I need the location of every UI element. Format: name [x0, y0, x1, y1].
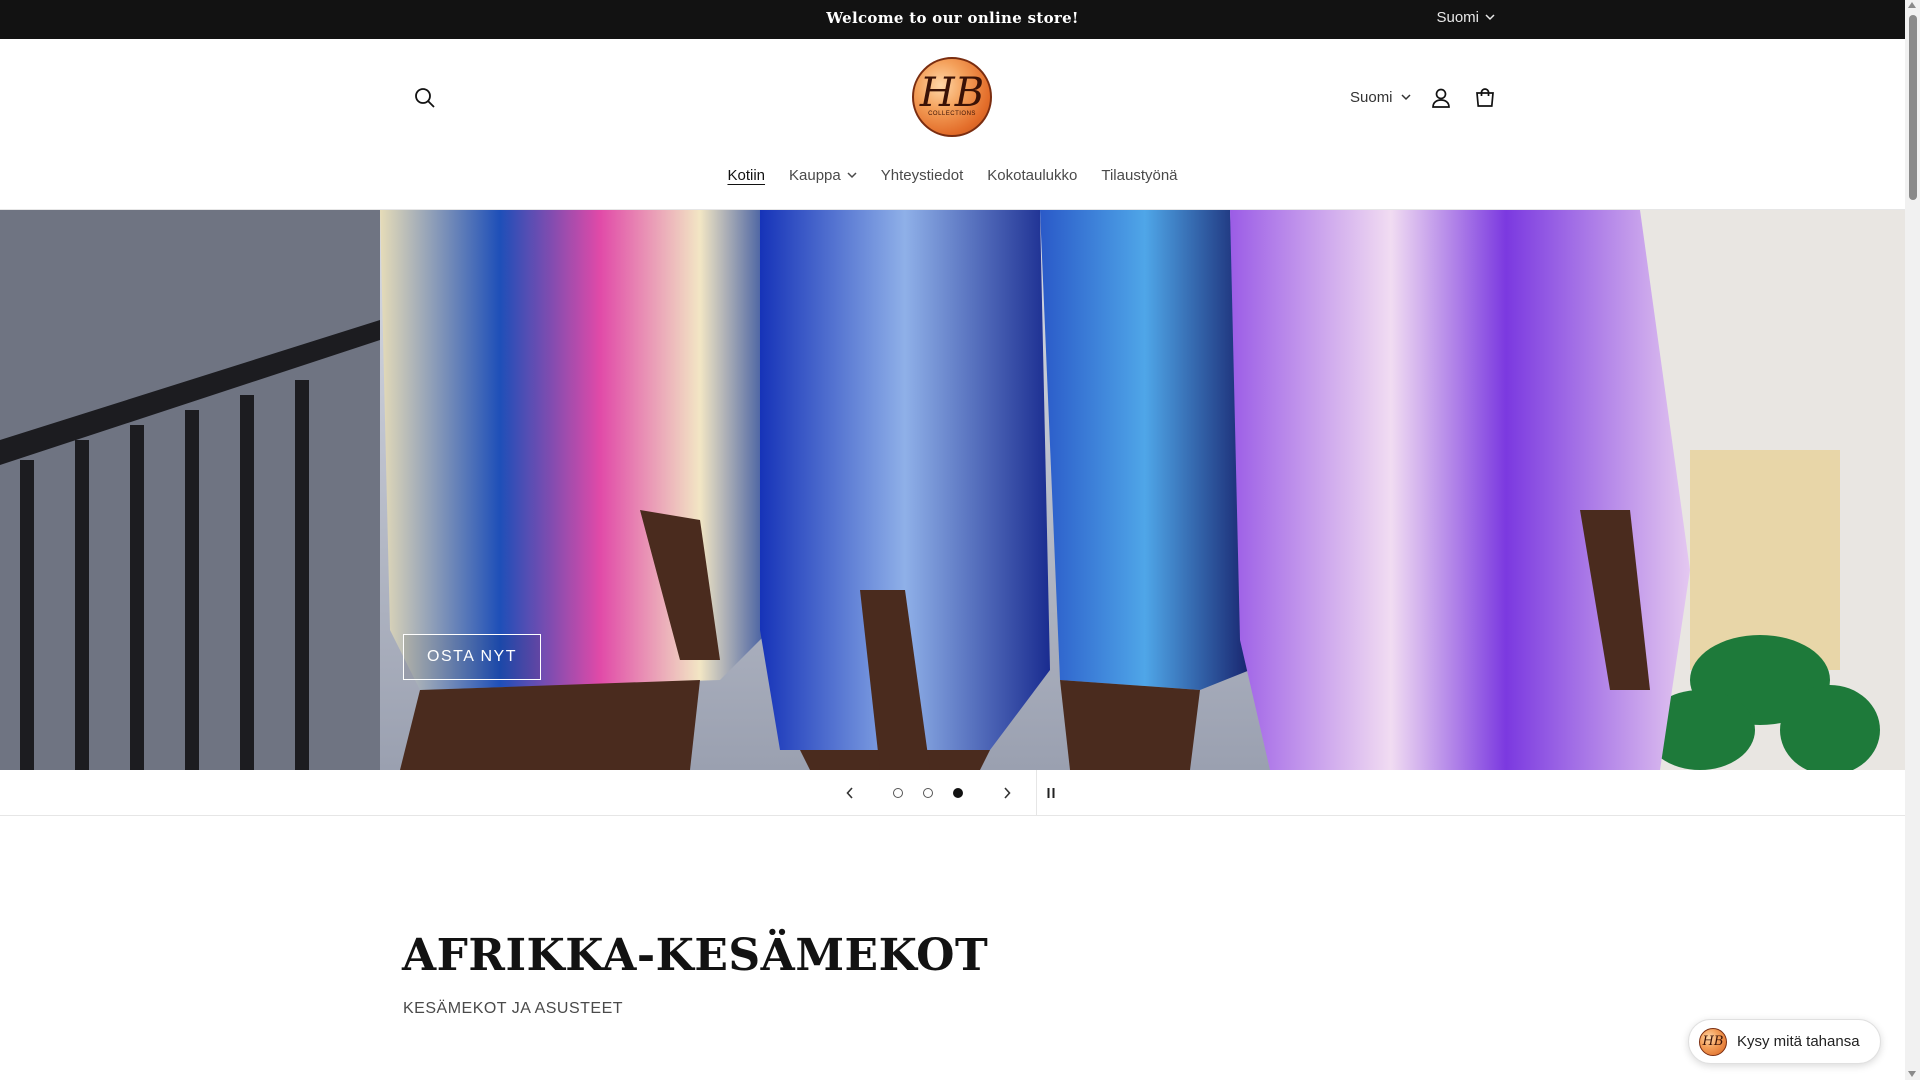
chevron-left-icon: [846, 787, 853, 799]
store-logo[interactable]: HB COLLECTIONS: [912, 57, 992, 137]
chevron-down-icon: [847, 172, 857, 179]
slide-dot-2[interactable]: [923, 788, 933, 798]
account-button[interactable]: [1426, 83, 1456, 113]
nav-item-kotiin[interactable]: Kotiin: [715, 167, 777, 184]
account-icon: [1432, 88, 1450, 108]
search-icon: [415, 88, 435, 108]
nav-item-label: Kotiin: [727, 167, 766, 184]
nav-item-label: Kokotaulukko: [987, 167, 1078, 184]
nav-item-tilaustyona[interactable]: Tilaustyönä: [1089, 167, 1189, 184]
nav-item-kauppa[interactable]: Kauppa: [777, 167, 869, 184]
hero-slideshow: OSTA NYT: [0, 210, 1905, 770]
chevron-down-icon: [1485, 14, 1495, 21]
scrollbar-thumb[interactable]: [1909, 15, 1917, 200]
logo-subtext: COLLECTIONS: [928, 111, 976, 117]
scroll-up-arrow-icon[interactable]: [1908, 2, 1916, 8]
nav-item-label: Tilaustyönä: [1101, 167, 1178, 184]
pause-slideshow-button[interactable]: [1036, 778, 1066, 808]
nav-item-kokotaulukko[interactable]: Kokotaulukko: [975, 167, 1089, 184]
chat-widget-button[interactable]: HB Kysy mitä tahansa: [1688, 1019, 1881, 1064]
cart-icon: [1476, 88, 1494, 107]
nav-item-yhteystiedot[interactable]: Yhteystiedot: [869, 167, 976, 184]
cart-button[interactable]: [1470, 83, 1500, 113]
chevron-right-icon: [1004, 787, 1011, 799]
shop-now-button[interactable]: OSTA NYT: [403, 634, 541, 680]
next-slide-button[interactable]: [992, 778, 1022, 808]
site-header: HB COLLECTIONS Suomi Kotiin Kauppa Yhtey…: [0, 39, 1905, 210]
chat-avatar: HB: [1699, 1027, 1727, 1056]
main-nav: Kotiin Kauppa Yhteystiedot Kokotaulukko …: [0, 167, 1905, 184]
slideshow-controls: [0, 770, 1905, 816]
collection-subtitle: KESÄMEKOT JA ASUSTEET: [403, 1000, 624, 1017]
header-language-label: Suomi: [1350, 89, 1393, 106]
nav-item-label: Kauppa: [789, 167, 841, 184]
logo-monogram: HB: [919, 70, 985, 116]
collection-title: AFRIKKA-KESÄMEKOT: [402, 930, 989, 981]
page-scrollbar[interactable]: [1905, 0, 1920, 1080]
announcement-language-label: Suomi: [1436, 9, 1479, 26]
slide-dot-3[interactable]: [953, 788, 963, 798]
slide-dot-1[interactable]: [893, 788, 903, 798]
pause-icon: [1047, 788, 1055, 798]
scroll-down-arrow-icon[interactable]: [1908, 1071, 1916, 1077]
search-button[interactable]: [410, 83, 440, 113]
announcement-message: Welcome to our online store!: [826, 9, 1079, 27]
chat-label: Kysy mitä tahansa: [1737, 1033, 1860, 1050]
previous-slide-button[interactable]: [835, 778, 865, 808]
nav-item-label: Yhteystiedot: [880, 167, 964, 184]
announcement-bar: Welcome to our online store! Suomi: [0, 0, 1905, 39]
hero-image: [0, 210, 1905, 770]
header-language-selector[interactable]: Suomi: [1350, 89, 1411, 106]
announcement-language-selector[interactable]: Suomi: [1436, 9, 1495, 26]
chevron-down-icon: [1401, 94, 1411, 101]
